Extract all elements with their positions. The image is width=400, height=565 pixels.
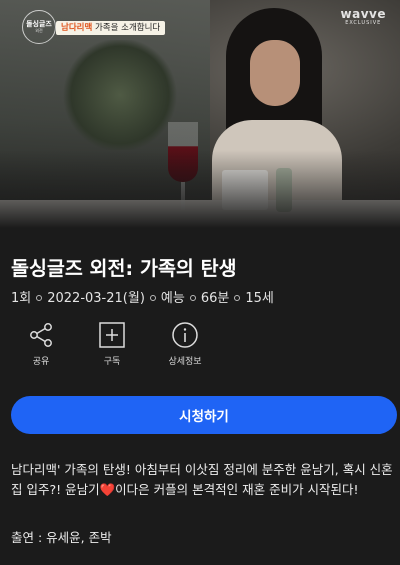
subscribe-button[interactable]: 구독 xyxy=(82,321,142,371)
share-button[interactable]: 공유 xyxy=(11,321,71,371)
separator-dot xyxy=(149,294,156,301)
subscribe-label: 구독 xyxy=(103,357,121,367)
background-plant xyxy=(60,40,180,150)
person-face xyxy=(250,40,300,106)
watch-button[interactable]: 시청하기 xyxy=(11,396,397,434)
description-part2: 이다은 커플의 본격적인 재혼 준비가 시작된다! xyxy=(115,482,359,497)
separator-dot xyxy=(234,294,241,301)
watch-label: 시청하기 xyxy=(179,409,229,425)
share-icon xyxy=(30,323,52,347)
show-logo-sub: 외전 xyxy=(35,27,43,33)
details-label: 상세정보 xyxy=(168,357,202,367)
brand-name: wavve xyxy=(340,7,386,21)
meta-episode: 1회 xyxy=(11,291,32,306)
heart-icon: ❤️ xyxy=(99,482,116,497)
meta-genre: 예능 xyxy=(160,291,185,306)
action-bar: 공유 구독 상세정보 xyxy=(0,321,400,371)
program-meta: 1회 2022-03-21(월) 예능 66분 15세 xyxy=(11,287,274,306)
caption-text: 가족을 소개합니다 xyxy=(94,23,161,33)
share-label: 공유 xyxy=(32,357,50,367)
episode-description: 남다리맥' 가족의 탄생! 아침부터 이삿짐 정리에 분주한 윤남기, 혹시 신… xyxy=(11,460,396,500)
caption-highlight: 남다리맥 xyxy=(61,23,93,33)
meta-date: 2022-03-21(월) xyxy=(47,291,145,306)
hero-fade xyxy=(0,150,400,228)
brand-tag: EXCLUSIVE xyxy=(345,20,382,26)
cast-info: 출연 : 유세윤, 존박 xyxy=(11,530,112,545)
meta-duration: 66분 xyxy=(200,291,230,306)
hero-image: 돌싱글즈 외전 남다리맥 가족을 소개합니다 wavve EXCLUSIVE xyxy=(0,0,400,228)
show-logo: 돌싱글즈 외전 xyxy=(22,10,56,44)
meta-rating: 15세 xyxy=(245,291,274,306)
separator-dot xyxy=(189,294,196,301)
info-icon xyxy=(172,322,198,348)
plus-box-icon xyxy=(99,322,125,348)
brand-logo: wavve EXCLUSIVE xyxy=(341,8,386,26)
details-button[interactable]: 상세정보 xyxy=(155,321,215,371)
program-title: 돌싱글즈 외전: 가족의 탄생 xyxy=(11,257,237,280)
separator-dot xyxy=(36,294,43,301)
hero-caption: 남다리맥 가족을 소개합니다 xyxy=(56,21,166,35)
